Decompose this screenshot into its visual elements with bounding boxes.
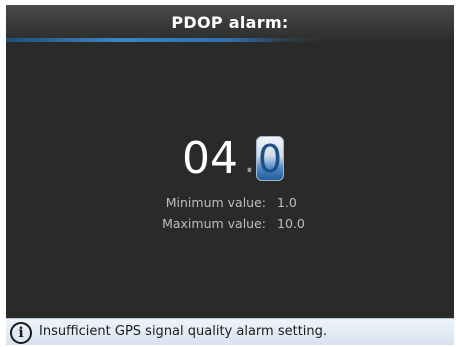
title-bar: PDOP alarm: — [6, 5, 454, 40]
active-digit: 0 — [257, 137, 283, 181]
info-text: Insufficient GPS signal quality alarm se… — [39, 324, 328, 339]
active-digit-selector[interactable]: 0 — [256, 136, 284, 181]
info-icon: i — [10, 322, 32, 344]
value-editor: 04 . 0 — [6, 131, 454, 191]
info-bar: i Insufficient GPS signal quality alarm … — [6, 318, 454, 345]
pdop-alarm-screen: PDOP alarm: 04 . 0 Minimum value: 1.0 Ma… — [6, 5, 454, 345]
maximum-value-label: Maximum value: — [162, 216, 266, 231]
minimum-value: 1.0 — [277, 195, 297, 210]
minimum-value-row: Minimum value: 1.0 — [6, 195, 454, 213]
page-title: PDOP alarm: — [171, 13, 289, 32]
maximum-value: 10.0 — [277, 216, 305, 231]
title-accent-line — [6, 38, 454, 42]
decimal-separator: . — [244, 141, 255, 181]
value-integer-part: 04 — [182, 133, 238, 184]
maximum-value-row: Maximum value: 10.0 — [6, 216, 454, 234]
minimum-value-label: Minimum value: — [165, 195, 266, 210]
